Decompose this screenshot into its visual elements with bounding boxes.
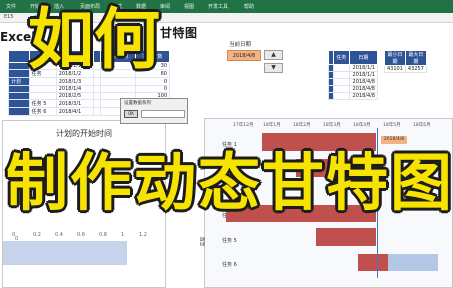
table-cell[interactable]: [8, 85, 30, 93]
table-row: 43101 43257: [384, 65, 427, 73]
table-cell[interactable]: [93, 77, 102, 86]
gantt-task-label: 任务 5: [222, 238, 237, 244]
ribbon-tab-review[interactable]: 审阅: [160, 3, 170, 10]
table-cell[interactable]: [8, 69, 30, 78]
table-cell[interactable]: 2018/4/8: [348, 85, 379, 93]
gantt-month-label: 18年2月: [293, 123, 311, 128]
date-down-button[interactable]: ▼: [264, 63, 283, 73]
table-cell[interactable]: [333, 85, 350, 93]
gantt-month-label: 18年5月: [383, 123, 401, 128]
table-row: 计划 2018/1/3 0: [8, 77, 171, 86]
gantt-group-label: 实际: [200, 236, 207, 247]
table-cell[interactable]: [100, 85, 136, 93]
sheet-title-right: 甘特图: [160, 26, 198, 40]
ribbon-tab-view[interactable]: 视图: [184, 3, 194, 10]
table-cell[interactable]: [93, 85, 102, 93]
min-date-value[interactable]: 43101: [384, 65, 406, 73]
table-row: 2018/4/8: [327, 92, 379, 100]
axis-tick-label: 0.8: [99, 232, 107, 238]
table-cell[interactable]: 0: [134, 77, 171, 86]
min-date-header: 最小日期: [384, 50, 406, 66]
date-up-button[interactable]: ▲: [264, 50, 283, 60]
gantt-month-label: 18年4月: [353, 123, 371, 128]
max-date-header: 最大日期: [404, 50, 427, 66]
ribbon-tab-file[interactable]: 文件: [6, 3, 16, 10]
table-row: 2018/4/8: [327, 78, 379, 86]
overlay-title-line2: 制作动态甘特图: [6, 146, 453, 219]
stats-header-row: 最小日期 最大日期: [384, 50, 427, 66]
table-cell[interactable]: [93, 92, 102, 100]
stats-table-left: 任务 日期 2018/1/1 2018/1/1 2018/4/8 2018/4/…: [327, 50, 379, 100]
table-cell[interactable]: 2018/1/1: [348, 64, 379, 72]
axis-tick-label: 1: [121, 232, 125, 238]
table-cell[interactable]: [8, 62, 30, 70]
table-cell[interactable]: [93, 107, 102, 116]
axis-tick-label: 0.2: [33, 232, 41, 238]
table-cell[interactable]: 计划: [8, 77, 30, 86]
current-date-label: 当前日期: [229, 42, 252, 48]
table-cell[interactable]: 2018/1/1: [348, 71, 379, 79]
stats-col-header: 日期: [348, 50, 379, 65]
dialog-input[interactable]: [141, 110, 185, 118]
axis-tick-label: 0.6: [77, 232, 85, 238]
axis-tick-label: 0.4: [55, 232, 63, 238]
start-time-bar: [3, 241, 127, 265]
table-cell[interactable]: [333, 78, 350, 86]
table-row: 2018/1/1: [327, 71, 379, 79]
format-series-dialog[interactable]: 设置数据系列 OK: [120, 98, 188, 124]
overlay-title-line1: 如何: [28, 1, 160, 78]
axis-tick-label: 0: [12, 232, 16, 238]
table-cell[interactable]: 2018/4/1: [55, 107, 95, 116]
table-cell[interactable]: [93, 99, 102, 108]
table-cell[interactable]: [100, 77, 136, 86]
gantt-month-label: 18年3月: [323, 123, 341, 128]
table-cell[interactable]: 2018/1/4: [55, 85, 95, 93]
table-cell[interactable]: [333, 71, 350, 79]
gantt-month-label: 18年1月: [263, 123, 281, 128]
table-row: 2018/1/1: [327, 64, 379, 72]
gantt-month-label: 18年6月: [413, 123, 431, 128]
table-cell[interactable]: [333, 64, 350, 72]
today-tag: 2018/4/8: [381, 136, 407, 144]
max-date-value[interactable]: 43257: [404, 65, 427, 73]
table-row: 2018/4/8: [327, 85, 379, 93]
ribbon-tab-developer[interactable]: 开发工具: [208, 3, 228, 10]
dialog-ok-button[interactable]: OK: [124, 110, 138, 118]
gantt-bar-task-6[interactable]: [358, 254, 388, 271]
table-cell[interactable]: 0: [134, 85, 171, 93]
stats-header-row: 任务 日期: [327, 50, 379, 65]
table-cell[interactable]: 2018/1/3: [55, 77, 95, 86]
gantt-bar-task-6-remaining[interactable]: [388, 254, 438, 271]
table-cell[interactable]: [8, 107, 30, 116]
gantt-bar-task-5[interactable]: [316, 228, 376, 246]
stats-col-header: 任务: [333, 50, 350, 65]
table-cell[interactable]: [28, 85, 57, 93]
table-cell[interactable]: 2018/2/5: [55, 92, 95, 100]
dialog-title: 设置数据系列: [124, 101, 151, 106]
table-cell[interactable]: [8, 99, 30, 108]
gantt-month-label: 17年12月: [233, 123, 254, 128]
current-date-field[interactable]: 2018/4/8: [227, 50, 261, 61]
table-row: 2018/1/4 0: [8, 85, 171, 93]
table-cell[interactable]: 2018/4/8: [348, 92, 379, 100]
ribbon-tab-help[interactable]: 帮助: [244, 3, 254, 10]
start-time-chart-title: 计划的开始时间: [56, 129, 112, 138]
start-time-chart-x-axis: 0 0.2 0.4 0.6 0.8 1 1.2: [0, 232, 164, 240]
table-cell[interactable]: [8, 92, 30, 100]
cell-reference[interactable]: E15: [4, 14, 14, 20]
task-col-header: [8, 50, 30, 63]
table-cell[interactable]: [333, 92, 350, 100]
table-cell[interactable]: [28, 92, 57, 100]
table-cell[interactable]: 任务 6: [28, 107, 57, 116]
table-cell[interactable]: 2018/4/8: [348, 78, 379, 86]
axis-tick-label: 1.2: [139, 232, 147, 238]
stats-table-right: 最小日期 最大日期 43101 43257: [384, 50, 427, 73]
table-cell[interactable]: [28, 77, 57, 86]
gantt-task-label: 任务 6: [222, 262, 237, 268]
table-cell[interactable]: 任务 5: [28, 99, 57, 108]
table-cell[interactable]: 2018/3/1: [55, 99, 95, 108]
